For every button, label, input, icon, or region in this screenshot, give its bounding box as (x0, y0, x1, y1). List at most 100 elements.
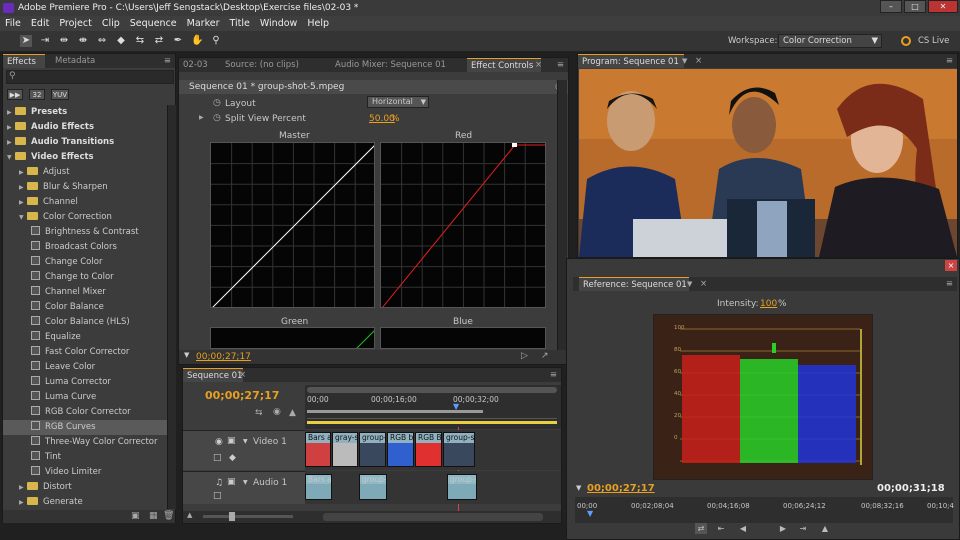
red-curve-graph[interactable] (380, 142, 546, 308)
hand-tool-icon[interactable]: ✋ (191, 35, 203, 47)
expand-triangle-icon[interactable]: ▶ (19, 495, 27, 509)
video-clip[interactable]: RGB B (415, 432, 442, 467)
effects-tree-item[interactable]: Three-Way Color Corrector (3, 435, 167, 450)
expand-triangle-icon[interactable]: ▶ (7, 105, 15, 120)
tab-metadata[interactable]: Metadata (51, 54, 99, 68)
snap-icon[interactable]: ⇆ (255, 408, 263, 418)
effects-tree-item[interactable]: Change to Color (3, 270, 167, 285)
trash-icon[interactable]: 🗑 (163, 511, 174, 521)
menu-help[interactable]: Help (302, 16, 334, 31)
minimize-button[interactable]: – (880, 0, 902, 13)
panel-menu-icon[interactable]: ≡ (164, 54, 171, 68)
effects-tree-item[interactable]: Video Limiter (3, 465, 167, 480)
effects-tree-item[interactable]: ▶ Audio Effects (3, 120, 167, 135)
reference-time-ruler[interactable]: 00;00 00;02;08;04 00;04;16;08 00;06;24;1… (575, 497, 954, 523)
tab-source[interactable]: Source: (no clips) (221, 58, 303, 72)
menu-clip[interactable]: Clip (97, 16, 125, 31)
speaker-icon[interactable]: ♫ (215, 478, 223, 488)
menu-project[interactable]: Project (54, 16, 97, 31)
step-back-icon[interactable]: ⇤ (715, 523, 727, 534)
chevron-down-icon[interactable]: ▼ (682, 54, 687, 68)
video-1-track[interactable]: Bars a gray-s group- RGB b RGB Bgroup-s (305, 430, 561, 470)
slide-tool-icon[interactable]: ⇄ (153, 35, 165, 47)
tab-program-monitor[interactable]: Program: Sequence 01 (578, 54, 684, 68)
next-frame-icon[interactable]: ▶ (777, 523, 789, 534)
audio-clip[interactable]: group- (359, 474, 387, 500)
expand-triangle-icon[interactable]: ▶ (19, 165, 27, 180)
layout-select[interactable]: Horizontal ▼ (367, 96, 429, 108)
expand-triangle-icon[interactable]: ▶ (19, 480, 27, 495)
gang-to-program-icon[interactable]: ⇄ (695, 523, 707, 534)
effects-tree-item[interactable]: Equalize (3, 330, 167, 345)
tab-project[interactable]: 02-03 (179, 58, 212, 72)
keyframe-icon[interactable]: □ (213, 453, 222, 463)
menu-sequence[interactable]: Sequence (125, 16, 182, 31)
video-clip[interactable]: group- (359, 432, 386, 467)
stopwatch-icon[interactable]: ◷ (213, 113, 221, 123)
panel-menu-icon[interactable]: ≡ (946, 54, 953, 68)
effects-tree-item[interactable]: Brightness & Contrast (3, 225, 167, 240)
zoom-slider-handle[interactable] (229, 512, 235, 521)
output-icon[interactable]: ▲ (819, 523, 831, 534)
zoom-tool-icon[interactable]: ⚲ (210, 35, 222, 47)
encore-marker-icon[interactable]: ▲ (289, 408, 296, 418)
close-button[interactable]: ✕ (928, 0, 958, 13)
track-select-tool-icon[interactable]: ⇥ (39, 35, 51, 47)
effects-tree-item[interactable]: Luma Curve (3, 390, 167, 405)
close-tab-icon[interactable]: × (700, 277, 707, 291)
ripple-edit-tool-icon[interactable]: ⇹ (58, 35, 70, 47)
effects-tree-item[interactable]: Leave Color (3, 360, 167, 375)
video-clip[interactable]: RGB b (387, 432, 414, 467)
restore-button[interactable]: □ (904, 0, 926, 13)
tab-audio-mixer[interactable]: Audio Mixer: Sequence 01 (331, 58, 450, 72)
effects-tree-item[interactable]: Channel Mixer (3, 285, 167, 300)
effects-tree-item[interactable]: Color Balance (HLS) (3, 315, 167, 330)
expand-triangle-icon[interactable]: ▶ (199, 114, 204, 121)
keyframe-icon[interactable]: □ (213, 491, 222, 501)
effects-tree-item[interactable]: Fast Color Corrector (3, 345, 167, 360)
expand-triangle-icon[interactable]: ▼ (243, 438, 248, 445)
panel-menu-icon[interactable]: ≡ (946, 277, 953, 291)
32-bit-effects-button[interactable]: 32 (29, 89, 45, 100)
effects-tree-item[interactable]: Luma Corrector (3, 375, 167, 390)
close-tab-icon[interactable]: × (535, 58, 542, 72)
collapse-triangle-icon[interactable]: ▼ (7, 150, 15, 165)
audio-clip[interactable]: group-s (447, 474, 477, 500)
yuv-effects-button[interactable]: YUV (51, 89, 69, 100)
chevron-down-icon[interactable]: ▼ (687, 277, 692, 291)
slip-tool-icon[interactable]: ⇆ (134, 35, 146, 47)
close-tab-icon[interactable]: × (695, 54, 702, 68)
timeline-scrollbar[interactable] (323, 513, 543, 521)
zoom-slider[interactable] (203, 515, 293, 518)
effects-scrollbar[interactable] (167, 105, 176, 509)
razor-tool-icon[interactable]: ◆ (115, 35, 127, 47)
time-ruler[interactable]: 00;00 00;00;16;00 00;00;32;00 ▼ (305, 385, 561, 429)
play-audio-icon[interactable]: ▷ (521, 351, 528, 361)
tab-sequence-01[interactable]: Sequence 01 (183, 368, 243, 382)
red-curve-point[interactable] (512, 143, 517, 147)
effects-tree-item[interactable]: ▼ Color Correction (3, 210, 167, 225)
effects-tree-item[interactable]: ▶ Adjust (3, 165, 167, 180)
effects-tree-item[interactable]: ▶ Presets (3, 105, 167, 120)
step-forward-icon[interactable]: ⇥ (797, 523, 809, 534)
timeline-timecode[interactable]: 00;00;27;17 (205, 389, 279, 402)
workspace-select[interactable]: Color Correction ▼ (778, 34, 882, 48)
expand-triangle-icon[interactable]: ▶ (19, 180, 27, 195)
stopwatch-icon[interactable]: ◷ (213, 98, 221, 108)
video-clip[interactable]: group-s (443, 432, 475, 467)
eye-icon[interactable]: ◉ (215, 437, 223, 447)
tab-effect-controls[interactable]: Effect Controls (467, 58, 541, 72)
set-marker-icon[interactable]: ◉ (273, 407, 281, 417)
effects-tree-item[interactable]: ▶ Blur & Sharpen (3, 180, 167, 195)
effects-tree-item[interactable]: ▶ Audio Transitions (3, 135, 167, 150)
panel-menu-icon[interactable]: ≡ (550, 368, 557, 382)
master-curve-graph[interactable] (210, 142, 375, 308)
close-window-button[interactable]: × (945, 260, 957, 271)
video-clip[interactable]: gray-s (332, 432, 358, 467)
panel-menu-icon[interactable]: ≡ (557, 58, 564, 72)
cs-live-icon[interactable] (901, 36, 911, 46)
new-custom-bin-icon[interactable]: ▦ (149, 511, 158, 521)
effects-tree-item[interactable]: ▼ Video Effects (3, 150, 167, 165)
effects-tree-item[interactable]: Tint (3, 450, 167, 465)
audio-clip[interactable]: Bars a (305, 474, 332, 500)
